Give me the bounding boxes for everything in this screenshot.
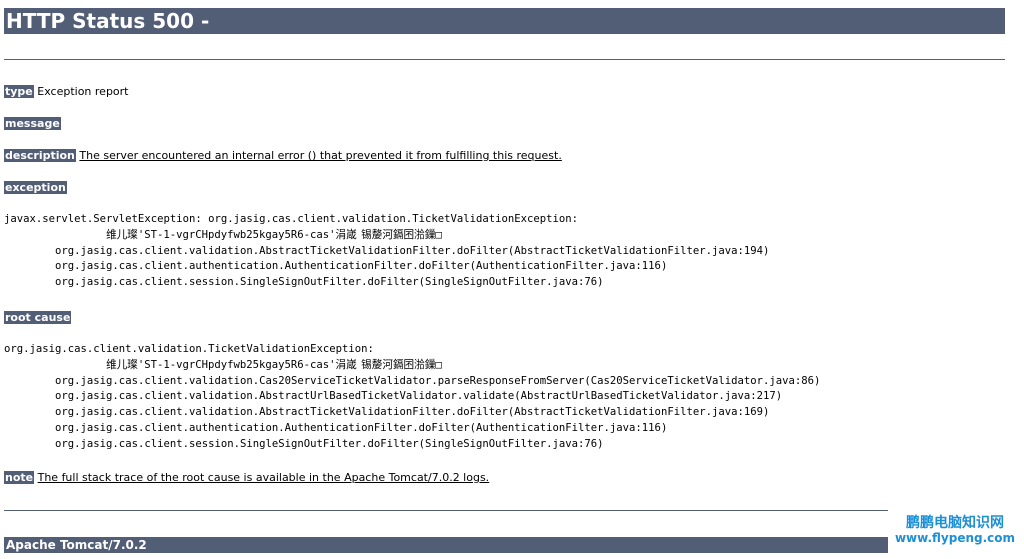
- root-cause-line: root cause: [4, 311, 72, 325]
- exception-label: exception: [4, 181, 67, 194]
- description-value: The server encountered an internal error…: [79, 149, 562, 162]
- top-divider: [4, 59, 1005, 60]
- root-cause-label: root cause: [4, 311, 72, 324]
- exception-line: exception: [4, 181, 67, 195]
- type-line: type Exception report: [4, 85, 129, 99]
- watermark-site-name: 鹏鹏电脑知识网: [906, 515, 1004, 531]
- type-value: Exception report: [37, 85, 129, 98]
- root-cause-stack-trace: org.jasig.cas.client.validation.TicketVa…: [4, 343, 821, 450]
- bottom-divider: [4, 510, 888, 511]
- note-value: The full stack trace of the root cause i…: [37, 471, 490, 484]
- message-label: message: [4, 117, 61, 130]
- page-title: HTTP Status 500 -: [4, 8, 1005, 34]
- type-label: type: [4, 85, 34, 98]
- exception-stack-trace: javax.servlet.ServletException: org.jasi…: [4, 213, 770, 289]
- description-label: description: [4, 149, 76, 162]
- message-line: message: [4, 117, 61, 131]
- description-line: description The server encountered an in…: [4, 149, 562, 163]
- watermark-url: www.flypeng.com: [894, 531, 1016, 545]
- server-footer: Apache Tomcat/7.0.2: [4, 537, 888, 553]
- note-line: note The full stack trace of the root ca…: [4, 471, 489, 485]
- note-label: note: [4, 471, 35, 484]
